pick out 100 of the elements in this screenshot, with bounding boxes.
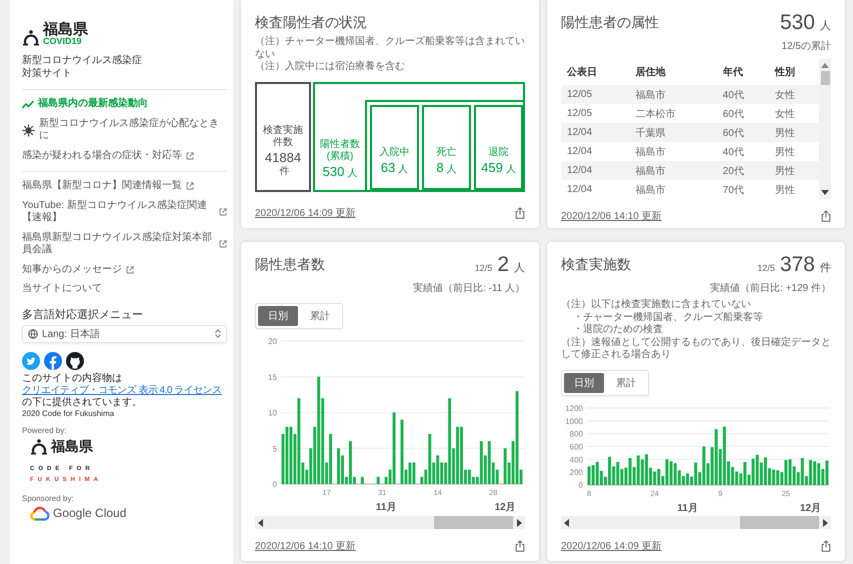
note-text: （注）チャーター機帰国者、クルーズ船乗客等は含まれていない xyxy=(255,36,525,60)
share-icon[interactable] xyxy=(821,210,831,222)
nav-link[interactable]: 知事からのメッセージ xyxy=(22,264,227,276)
table-cell: 女性 xyxy=(768,104,819,123)
table-cell: 男性 xyxy=(768,142,819,161)
share-icon[interactable] xyxy=(515,540,525,552)
axis-label: 200 xyxy=(570,468,583,477)
updated-time-link[interactable]: 2020/12/06 14:10 更新 xyxy=(255,539,356,553)
note-text: ・チャーター機帰国者、クルーズ船乗客等 xyxy=(572,312,764,324)
axis-label: 10 xyxy=(268,408,277,418)
left-arrow-icon[interactable] xyxy=(564,518,569,526)
month-label: 11月 xyxy=(677,502,698,514)
twitter-icon[interactable] xyxy=(22,352,40,370)
month-label: 12月 xyxy=(494,502,516,513)
table-cell: 女性 xyxy=(768,85,819,104)
status-value: 8 人 xyxy=(436,162,457,176)
axis-label: 0 xyxy=(578,480,583,490)
axis-label: 1200 xyxy=(565,404,583,412)
toggle-button[interactable]: 累計 xyxy=(606,372,646,392)
total-value: 530 人 xyxy=(780,12,831,36)
facebook-icon[interactable] xyxy=(44,352,62,370)
card-title: 陽性患者の属性 xyxy=(561,14,659,32)
powered-by-label: Powered by: xyxy=(22,426,68,434)
status-label: 陽性者数(累積) xyxy=(319,139,361,163)
logo-subtitle: COVID19 xyxy=(43,37,82,46)
toggle-button[interactable]: 日別 xyxy=(564,372,604,392)
axis-label: 0 xyxy=(272,480,277,489)
note-text: （注）入院中には宿泊療養を含む xyxy=(255,61,406,74)
logo-title: 福島県 xyxy=(51,438,93,456)
toggle-button[interactable]: 累計 xyxy=(300,306,340,326)
status-value: 530 人 xyxy=(322,166,358,180)
nav-link[interactable]: YouTube: 新型コロナウイルス感染症関連【速報】 xyxy=(22,200,227,224)
scrollbar[interactable] xyxy=(819,59,831,199)
right-arrow-icon[interactable] xyxy=(517,518,522,526)
axis-label: 1000 xyxy=(565,416,583,426)
nav-link[interactable]: 福島県【新型コロナ】関連情報一覧 xyxy=(22,180,227,192)
note-text: ・退院のための検査 xyxy=(572,324,664,336)
stat-value: 378 件 xyxy=(780,254,831,278)
table-cell: 12/04 xyxy=(561,142,630,161)
status-label: 検査実施件数 xyxy=(262,125,304,149)
table-cell: 12/04 xyxy=(561,123,630,142)
language-heading: 多言語対応選択メニュー xyxy=(22,308,144,322)
dropdown-caret-icon xyxy=(215,329,221,338)
card-title: 陽性患者数 xyxy=(255,256,325,274)
status-label: 死亡 xyxy=(436,147,456,159)
site-subtitle: 新型コロナウイルス感染症 対策サイト xyxy=(22,54,143,80)
updated-time-link[interactable]: 2020/12/06 14:09 更新 xyxy=(255,206,356,220)
left-arrow-icon[interactable] xyxy=(258,518,263,526)
month-label: 11月 xyxy=(376,502,396,513)
updated-time-link[interactable]: 2020/12/06 14:09 更新 xyxy=(561,539,662,553)
stat-value: 2 人 xyxy=(497,254,525,278)
scrollbar[interactable] xyxy=(561,516,831,529)
logo-title: 福島県 xyxy=(43,22,88,37)
axis-label: 15 xyxy=(268,372,277,382)
toggle-button[interactable]: 日別 xyxy=(258,306,298,326)
nav-link[interactable]: 新型コロナウイルス感染症が心配なときに xyxy=(22,118,227,142)
scrollbar-thumb[interactable] xyxy=(740,516,819,529)
status-value: 459 人 xyxy=(481,162,516,176)
copyright-text: 2020 Code for Fukushima xyxy=(22,408,116,418)
github-icon[interactable] xyxy=(66,352,84,370)
table-cell: 千葉県 xyxy=(630,123,717,142)
chart-line-icon xyxy=(22,100,34,109)
nav-link[interactable]: 感染が疑われる場合の症状・対応等 xyxy=(22,150,227,162)
scrollbar[interactable] xyxy=(255,516,525,529)
note-text: （注）速報値として公開するものであり、後日確定データとして修正される場合あり xyxy=(561,336,831,362)
status-value: 63 人 xyxy=(380,162,408,176)
down-arrow-icon[interactable] xyxy=(821,190,829,195)
nav-link[interactable]: 福島県新型コロナウイルス感染症対策本部員会議 xyxy=(22,232,227,256)
axis-label: 600 xyxy=(570,442,583,451)
scrollbar-thumb[interactable] xyxy=(434,516,513,529)
logo-mark-icon xyxy=(22,30,40,46)
table-cell: 12/04 xyxy=(561,161,630,180)
table-cell: 60代 xyxy=(716,104,769,123)
table-cell: 男性 xyxy=(768,161,819,180)
share-icon[interactable] xyxy=(821,540,831,552)
license-link[interactable]: クリエイティブ・コモンズ 表示 4.0 ライセンス xyxy=(22,384,222,396)
month-label: 12月 xyxy=(800,502,822,514)
logo-mark-icon xyxy=(30,438,48,454)
updated-time-link[interactable]: 2020/12/06 14:10 更新 xyxy=(561,209,662,223)
license-text: このサイトの内容物は クリエイティブ・コモンズ 表示 4.0 ライセンス の下に提供されています。 xyxy=(22,372,223,408)
nav-link[interactable]: 当サイトについて xyxy=(22,283,227,296)
nav-link[interactable]: 福島県内の最新感染動向 xyxy=(22,98,227,110)
axis-label: 400 xyxy=(570,454,583,464)
chart-bar xyxy=(376,476,380,484)
table-cell: 20代 xyxy=(716,161,769,180)
stat-date: 12/5 xyxy=(757,263,775,273)
logo-title: Google Cloud xyxy=(53,506,126,520)
language-select[interactable]: Lang: 日本語 xyxy=(22,324,227,342)
axis-label: 800 xyxy=(570,429,583,438)
table-cell: 40代 xyxy=(716,85,769,104)
table-cell: 福島市 xyxy=(630,161,717,180)
cloud-icon xyxy=(30,506,50,520)
scrollbar-thumb[interactable] xyxy=(820,71,830,85)
table-cell: 福島市 xyxy=(630,85,717,104)
status-label: 退院 xyxy=(488,147,508,159)
table-cell: 12/05 xyxy=(561,85,630,104)
stat-date: 12/5 xyxy=(474,263,492,273)
right-arrow-icon[interactable] xyxy=(823,518,828,526)
up-arrow-icon[interactable] xyxy=(821,63,829,68)
share-icon[interactable] xyxy=(515,207,525,219)
